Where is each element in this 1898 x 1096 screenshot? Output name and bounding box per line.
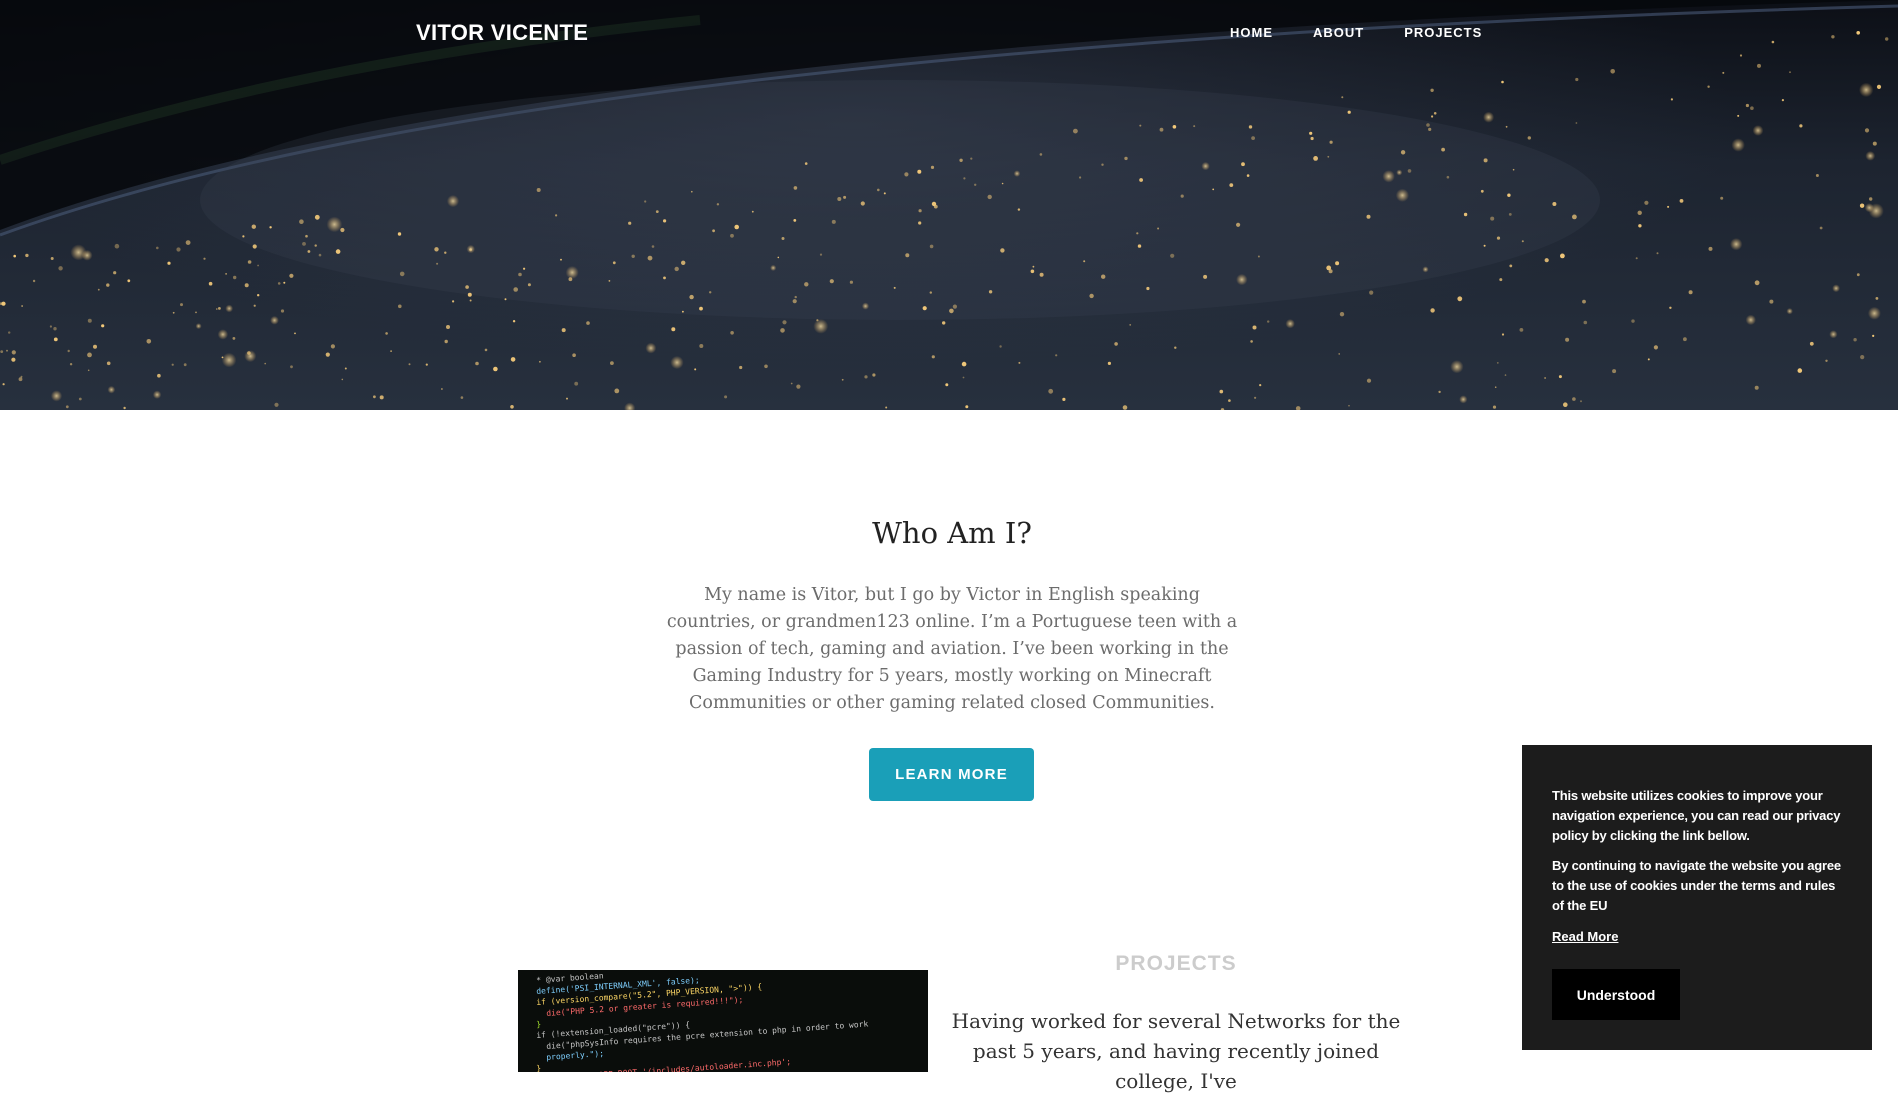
earth-night-image <box>0 0 1898 410</box>
understood-button[interactable]: Understood <box>1552 969 1680 1020</box>
main-nav: HOME ABOUT PROJECTS <box>1230 25 1482 40</box>
projects-heading: PROJECTS <box>1115 952 1237 975</box>
nav-about[interactable]: ABOUT <box>1313 25 1364 40</box>
code-screenshot-image: * @var boolean define('PSI_INTERNAL_XML',… <box>518 970 928 1072</box>
code-line: properly."); <box>546 1048 605 1062</box>
cookie-notice: This website utilizes cookies to improve… <box>1522 745 1872 1050</box>
nav-projects[interactable]: PROJECTS <box>1404 25 1482 40</box>
code-line: } <box>536 1063 542 1072</box>
about-title: Who Am I? <box>872 516 1032 550</box>
cookie-text-1: This website utilizes cookies to improve… <box>1552 788 1841 843</box>
about-text: My name is Vitor, but I go by Victor in … <box>666 585 1238 713</box>
projects-text: Having worked for several Networks for t… <box>951 1009 1401 1093</box>
read-more-link[interactable]: Read More <box>1552 929 1618 944</box>
cookie-text-2: By continuing to navigate the website yo… <box>1552 858 1841 913</box>
brand-logo[interactable]: VITOR VICENTE <box>416 20 588 46</box>
nav-home[interactable]: HOME <box>1230 25 1273 40</box>
code-line: } <box>536 1019 542 1029</box>
hero-banner: VITOR VICENTE HOME ABOUT PROJECTS <box>0 0 1898 410</box>
learn-more-button[interactable]: LEARN MORE <box>869 748 1034 801</box>
